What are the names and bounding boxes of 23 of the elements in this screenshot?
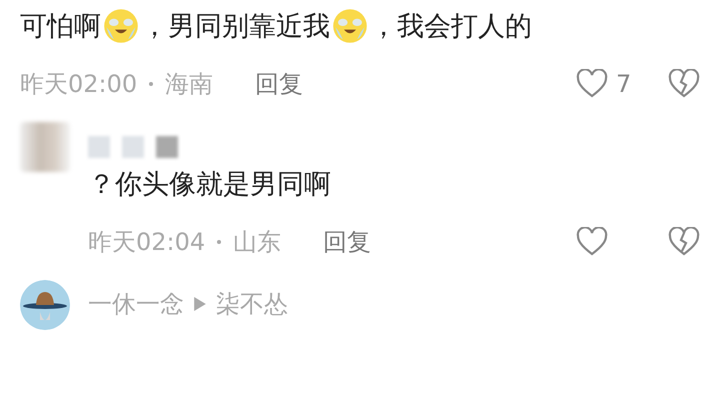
heart-icon[interactable] — [576, 69, 608, 99]
crying-laugh-emoji-icon — [332, 8, 368, 44]
comment-text: ？你头像就是男同啊 — [88, 168, 331, 202]
comment-time: 昨天02:00 — [20, 69, 138, 100]
avatar-icon[interactable] — [20, 280, 70, 330]
comment-text: ，我会打人的 — [370, 10, 532, 44]
username[interactable]: 一休一念 — [88, 288, 184, 320]
like-count: 7 — [616, 70, 632, 98]
broken-heart-icon[interactable] — [668, 69, 700, 99]
reply-link[interactable]: 回复 — [255, 68, 304, 100]
broken-heart-icon[interactable] — [668, 227, 700, 257]
comment-location: 山东 — [233, 227, 282, 258]
comment-location: 海南 — [165, 69, 214, 100]
comment-text: 可怕啊 — [20, 10, 101, 44]
reply-target-username[interactable]: 柒不怂 — [216, 288, 288, 320]
crying-laugh-emoji-icon — [103, 8, 139, 44]
comment-text: ，男同别靠近我 — [141, 10, 330, 44]
reply-link[interactable]: 回复 — [323, 226, 372, 258]
play-triangle-icon — [194, 297, 206, 311]
heart-icon[interactable] — [576, 227, 608, 257]
separator-dot — [217, 240, 222, 244]
separator-dot — [149, 82, 154, 86]
comment-time: 昨天02:04 — [88, 227, 206, 258]
